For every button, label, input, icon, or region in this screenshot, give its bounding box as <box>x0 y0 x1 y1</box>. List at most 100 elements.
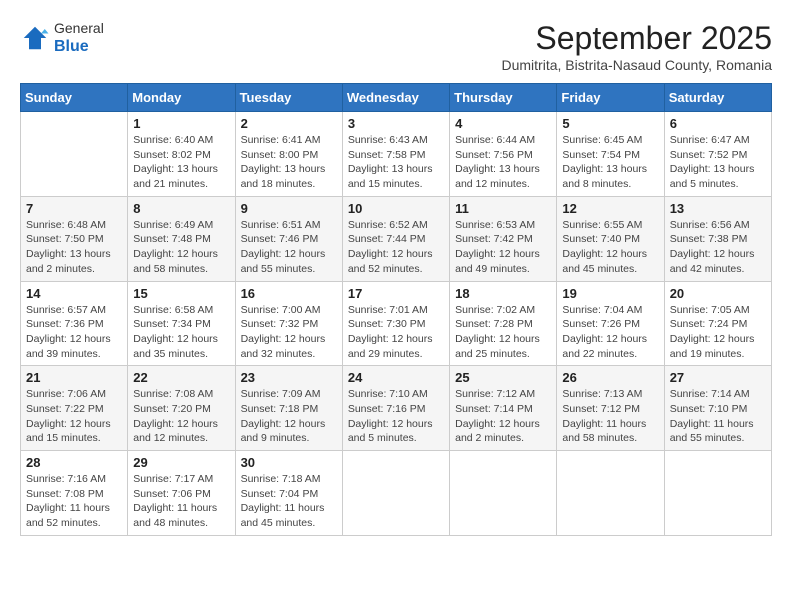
calendar-header-row: Sunday Monday Tuesday Wednesday Thursday… <box>21 84 772 112</box>
table-row: 19 Sunrise: 7:04 AMSunset: 7:26 PMDaylig… <box>557 281 664 366</box>
table-row: 30 Sunrise: 7:18 AMSunset: 7:04 PMDaylig… <box>235 451 342 536</box>
table-row <box>450 451 557 536</box>
day-info: Sunrise: 6:49 AMSunset: 7:48 PMDaylight:… <box>133 218 229 277</box>
day-info: Sunrise: 7:17 AMSunset: 7:06 PMDaylight:… <box>133 472 229 531</box>
table-row: 8 Sunrise: 6:49 AMSunset: 7:48 PMDayligh… <box>128 196 235 281</box>
day-number: 26 <box>562 370 658 385</box>
day-number: 18 <box>455 286 551 301</box>
table-row: 12 Sunrise: 6:55 AMSunset: 7:40 PMDaylig… <box>557 196 664 281</box>
table-row: 26 Sunrise: 7:13 AMSunset: 7:12 PMDaylig… <box>557 366 664 451</box>
logo-general-text: General <box>54 20 104 37</box>
day-info: Sunrise: 7:08 AMSunset: 7:20 PMDaylight:… <box>133 387 229 446</box>
day-number: 28 <box>26 455 122 470</box>
header-thursday: Thursday <box>450 84 557 112</box>
table-row: 5 Sunrise: 6:45 AMSunset: 7:54 PMDayligh… <box>557 112 664 197</box>
table-row: 25 Sunrise: 7:12 AMSunset: 7:14 PMDaylig… <box>450 366 557 451</box>
page-header: General Blue September 2025 Dumitrita, B… <box>20 20 772 73</box>
day-number: 6 <box>670 116 766 131</box>
header-monday: Monday <box>128 84 235 112</box>
day-info: Sunrise: 6:57 AMSunset: 7:36 PMDaylight:… <box>26 303 122 362</box>
header-tuesday: Tuesday <box>235 84 342 112</box>
table-row: 28 Sunrise: 7:16 AMSunset: 7:08 PMDaylig… <box>21 451 128 536</box>
table-row: 23 Sunrise: 7:09 AMSunset: 7:18 PMDaylig… <box>235 366 342 451</box>
logo-blue-text: Blue <box>54 37 104 56</box>
day-number: 15 <box>133 286 229 301</box>
table-row: 17 Sunrise: 7:01 AMSunset: 7:30 PMDaylig… <box>342 281 449 366</box>
day-info: Sunrise: 6:56 AMSunset: 7:38 PMDaylight:… <box>670 218 766 277</box>
day-info: Sunrise: 6:53 AMSunset: 7:42 PMDaylight:… <box>455 218 551 277</box>
table-row: 2 Sunrise: 6:41 AMSunset: 8:00 PMDayligh… <box>235 112 342 197</box>
day-info: Sunrise: 6:41 AMSunset: 8:00 PMDaylight:… <box>241 133 337 192</box>
day-info: Sunrise: 6:52 AMSunset: 7:44 PMDaylight:… <box>348 218 444 277</box>
table-row: 29 Sunrise: 7:17 AMSunset: 7:06 PMDaylig… <box>128 451 235 536</box>
table-row: 3 Sunrise: 6:43 AMSunset: 7:58 PMDayligh… <box>342 112 449 197</box>
day-number: 17 <box>348 286 444 301</box>
table-row: 13 Sunrise: 6:56 AMSunset: 7:38 PMDaylig… <box>664 196 771 281</box>
header-friday: Friday <box>557 84 664 112</box>
day-number: 11 <box>455 201 551 216</box>
table-row <box>21 112 128 197</box>
day-info: Sunrise: 7:02 AMSunset: 7:28 PMDaylight:… <box>455 303 551 362</box>
logo: General Blue <box>20 20 104 56</box>
day-number: 21 <box>26 370 122 385</box>
table-row: 21 Sunrise: 7:06 AMSunset: 7:22 PMDaylig… <box>21 366 128 451</box>
table-row: 20 Sunrise: 7:05 AMSunset: 7:24 PMDaylig… <box>664 281 771 366</box>
location-subtitle: Dumitrita, Bistrita-Nasaud County, Roman… <box>501 57 772 73</box>
table-row: 10 Sunrise: 6:52 AMSunset: 7:44 PMDaylig… <box>342 196 449 281</box>
day-info: Sunrise: 6:48 AMSunset: 7:50 PMDaylight:… <box>26 218 122 277</box>
day-info: Sunrise: 6:58 AMSunset: 7:34 PMDaylight:… <box>133 303 229 362</box>
day-info: Sunrise: 7:09 AMSunset: 7:18 PMDaylight:… <box>241 387 337 446</box>
calendar-week-row: 14 Sunrise: 6:57 AMSunset: 7:36 PMDaylig… <box>21 281 772 366</box>
day-info: Sunrise: 6:40 AMSunset: 8:02 PMDaylight:… <box>133 133 229 192</box>
day-info: Sunrise: 7:10 AMSunset: 7:16 PMDaylight:… <box>348 387 444 446</box>
day-number: 25 <box>455 370 551 385</box>
table-row: 11 Sunrise: 6:53 AMSunset: 7:42 PMDaylig… <box>450 196 557 281</box>
day-info: Sunrise: 7:01 AMSunset: 7:30 PMDaylight:… <box>348 303 444 362</box>
day-number: 27 <box>670 370 766 385</box>
day-number: 9 <box>241 201 337 216</box>
table-row <box>342 451 449 536</box>
day-number: 14 <box>26 286 122 301</box>
day-number: 30 <box>241 455 337 470</box>
table-row: 1 Sunrise: 6:40 AMSunset: 8:02 PMDayligh… <box>128 112 235 197</box>
table-row: 7 Sunrise: 6:48 AMSunset: 7:50 PMDayligh… <box>21 196 128 281</box>
day-info: Sunrise: 6:51 AMSunset: 7:46 PMDaylight:… <box>241 218 337 277</box>
day-info: Sunrise: 7:14 AMSunset: 7:10 PMDaylight:… <box>670 387 766 446</box>
calendar-week-row: 1 Sunrise: 6:40 AMSunset: 8:02 PMDayligh… <box>21 112 772 197</box>
day-info: Sunrise: 7:18 AMSunset: 7:04 PMDaylight:… <box>241 472 337 531</box>
day-info: Sunrise: 6:55 AMSunset: 7:40 PMDaylight:… <box>562 218 658 277</box>
day-info: Sunrise: 6:45 AMSunset: 7:54 PMDaylight:… <box>562 133 658 192</box>
table-row: 24 Sunrise: 7:10 AMSunset: 7:16 PMDaylig… <box>342 366 449 451</box>
day-number: 22 <box>133 370 229 385</box>
day-number: 29 <box>133 455 229 470</box>
day-number: 23 <box>241 370 337 385</box>
calendar-table: Sunday Monday Tuesday Wednesday Thursday… <box>20 83 772 536</box>
day-number: 10 <box>348 201 444 216</box>
day-number: 13 <box>670 201 766 216</box>
day-info: Sunrise: 7:16 AMSunset: 7:08 PMDaylight:… <box>26 472 122 531</box>
day-number: 8 <box>133 201 229 216</box>
table-row: 9 Sunrise: 6:51 AMSunset: 7:46 PMDayligh… <box>235 196 342 281</box>
day-number: 1 <box>133 116 229 131</box>
day-number: 5 <box>562 116 658 131</box>
day-info: Sunrise: 6:44 AMSunset: 7:56 PMDaylight:… <box>455 133 551 192</box>
day-number: 7 <box>26 201 122 216</box>
day-info: Sunrise: 7:04 AMSunset: 7:26 PMDaylight:… <box>562 303 658 362</box>
table-row: 27 Sunrise: 7:14 AMSunset: 7:10 PMDaylig… <box>664 366 771 451</box>
table-row: 4 Sunrise: 6:44 AMSunset: 7:56 PMDayligh… <box>450 112 557 197</box>
day-number: 2 <box>241 116 337 131</box>
month-title: September 2025 <box>501 20 772 57</box>
day-number: 12 <box>562 201 658 216</box>
table-row: 14 Sunrise: 6:57 AMSunset: 7:36 PMDaylig… <box>21 281 128 366</box>
header-wednesday: Wednesday <box>342 84 449 112</box>
day-info: Sunrise: 7:06 AMSunset: 7:22 PMDaylight:… <box>26 387 122 446</box>
day-info: Sunrise: 7:12 AMSunset: 7:14 PMDaylight:… <box>455 387 551 446</box>
header-saturday: Saturday <box>664 84 771 112</box>
day-number: 19 <box>562 286 658 301</box>
day-info: Sunrise: 6:43 AMSunset: 7:58 PMDaylight:… <box>348 133 444 192</box>
day-info: Sunrise: 7:05 AMSunset: 7:24 PMDaylight:… <box>670 303 766 362</box>
calendar-week-row: 28 Sunrise: 7:16 AMSunset: 7:08 PMDaylig… <box>21 451 772 536</box>
day-number: 4 <box>455 116 551 131</box>
logo-icon <box>20 23 50 53</box>
title-block: September 2025 Dumitrita, Bistrita-Nasau… <box>501 20 772 73</box>
